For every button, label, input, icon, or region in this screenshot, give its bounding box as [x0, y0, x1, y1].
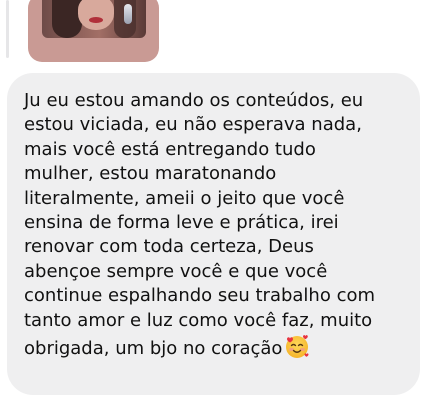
reply-thread-line	[6, 0, 9, 58]
incoming-message-bubble[interactable]: Ju eu estou amando os conteúdos, eu esto…	[7, 73, 420, 395]
photo-earring	[124, 4, 132, 24]
smiling-face-with-hearts-icon	[284, 333, 310, 366]
chat-thread: Ju eu estou amando os conteúdos, eu esto…	[0, 0, 427, 407]
message-text: Ju eu estou amando os conteúdos, eu esto…	[24, 89, 406, 366]
message-body: Ju eu estou amando os conteúdos, eu esto…	[24, 90, 376, 360]
story-photo-thumbnail	[42, 0, 146, 38]
photo-face	[78, 0, 114, 30]
photo-lips	[89, 17, 103, 23]
story-reply-preview[interactable]	[28, 0, 159, 62]
